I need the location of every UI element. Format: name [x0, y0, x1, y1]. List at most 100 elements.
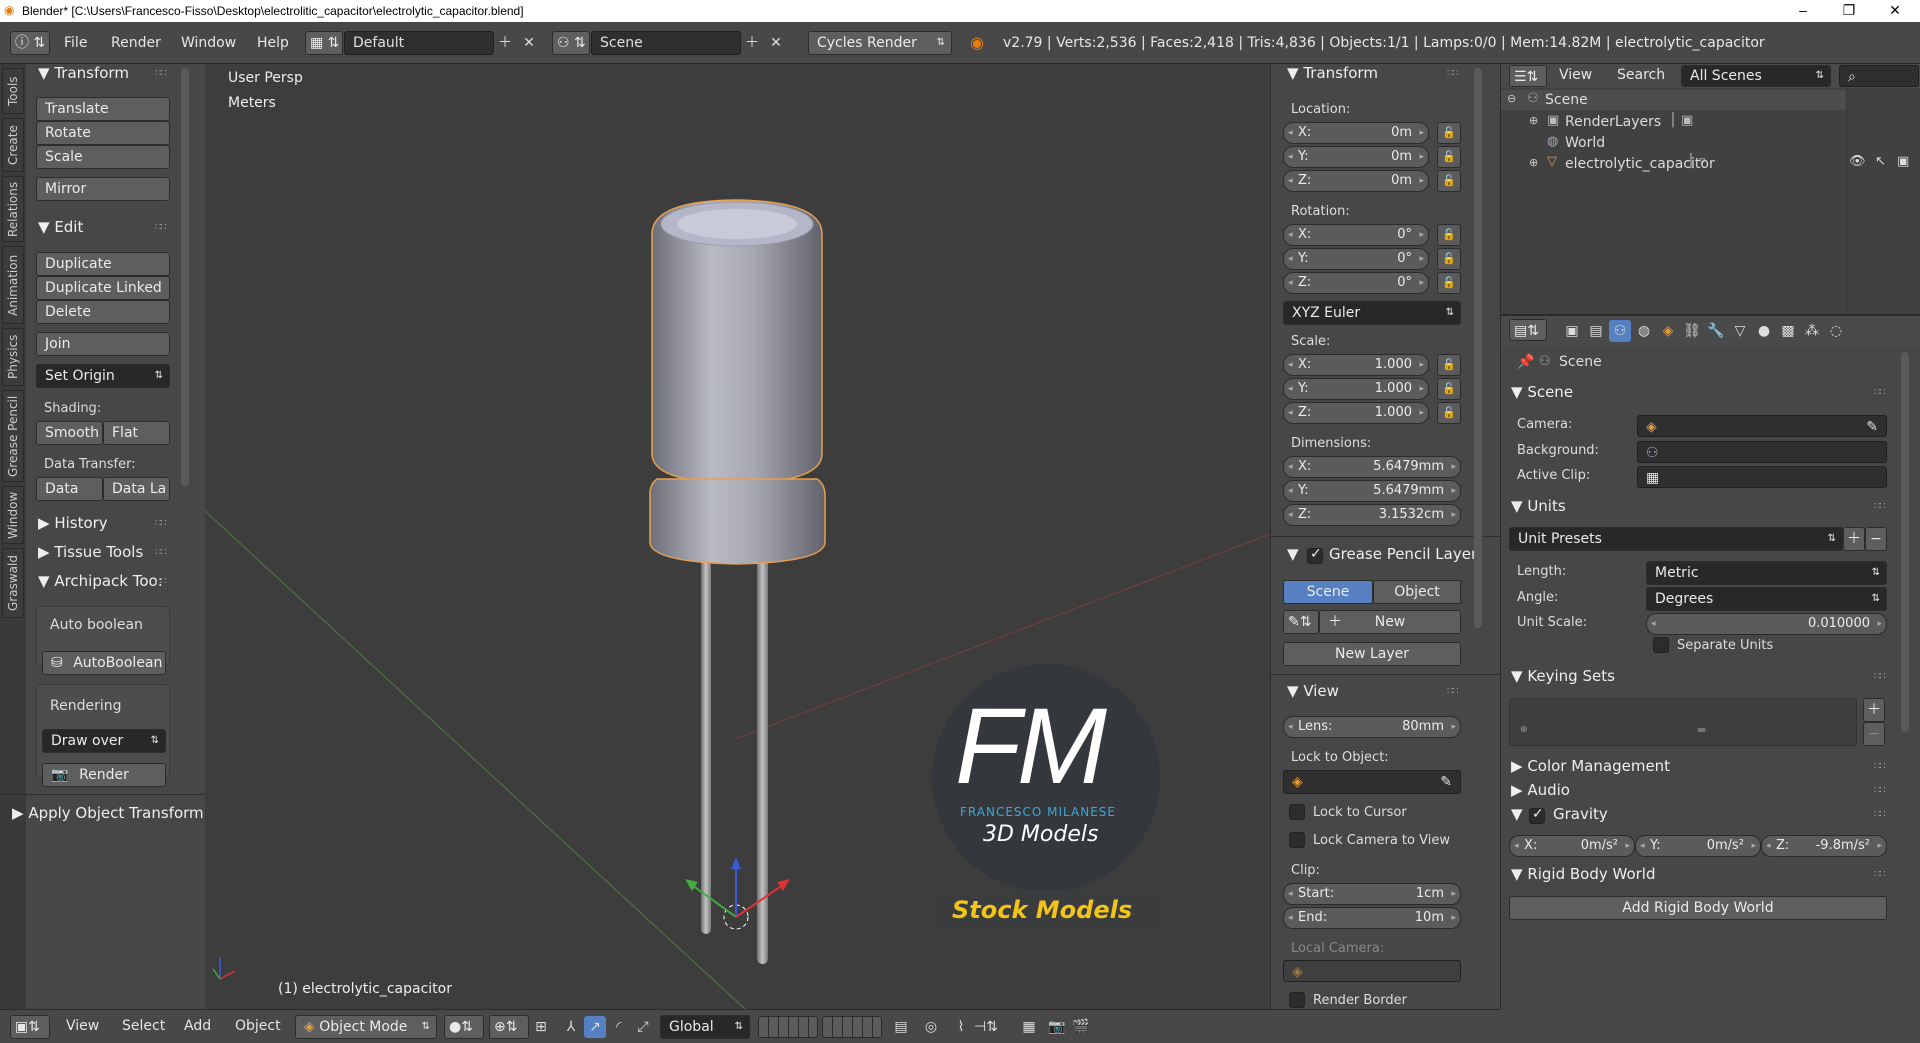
- snap-element-icon[interactable]: ⊣⇅: [974, 1016, 998, 1038]
- audio-panel-header[interactable]: ▶ Audio: [1511, 781, 1570, 799]
- 3d-viewport[interactable]: User Persp Meters (1) electrolytic_capac…: [205, 64, 1270, 1009]
- menu-help[interactable]: Help: [257, 35, 289, 51]
- lock-object-field[interactable]: ◈ ✎: [1283, 770, 1461, 794]
- lock-camera-checkbox[interactable]: [1289, 832, 1305, 848]
- lock-icon[interactable]: 🔓: [1437, 146, 1461, 168]
- panel-grip-icon[interactable]: ∷∷: [1874, 869, 1886, 880]
- lock-icon[interactable]: 🔓: [1437, 170, 1461, 192]
- add-scene-icon[interactable]: ＋: [741, 32, 763, 54]
- gp-new-button[interactable]: ＋ New: [1319, 610, 1461, 634]
- interaction-mode-select[interactable]: ◈ Object Mode ⇅: [295, 1015, 437, 1039]
- panel-grip-icon[interactable]: ∷∷: [1874, 671, 1886, 682]
- gp-scene-tab[interactable]: Scene: [1283, 580, 1373, 604]
- panel-grip-icon[interactable]: ∷∷: [155, 576, 167, 587]
- render-border-checkbox[interactable]: [1289, 992, 1305, 1008]
- outliner-scene-label[interactable]: Scene: [1545, 92, 1588, 108]
- collapse-icon[interactable]: ⊖: [1507, 92, 1516, 105]
- visibility-eye-icon[interactable]: 👁: [1849, 154, 1866, 169]
- data-context-icon[interactable]: ▽: [1729, 320, 1751, 342]
- panel-grip-icon[interactable]: ∷∷: [155, 68, 167, 79]
- dimension-z-field[interactable]: ◂ Z: 3.1532cm ▸: [1283, 504, 1461, 526]
- length-unit-select[interactable]: Metric ⇅: [1646, 561, 1887, 585]
- menu-render[interactable]: Render: [111, 35, 161, 51]
- smooth-button[interactable]: Smooth: [36, 421, 103, 445]
- add-menu[interactable]: Add: [184, 1018, 211, 1034]
- keying-sets-list[interactable]: ⊕ ═: [1509, 698, 1857, 746]
- active-clip-field[interactable]: ▦: [1637, 466, 1887, 488]
- rotation-mode-select[interactable]: XYZ Euler ⇅: [1283, 301, 1461, 325]
- mirror-button[interactable]: Mirror: [36, 177, 170, 201]
- layout-browse-button[interactable]: ▦ ⇅: [305, 31, 343, 55]
- history-panel-header[interactable]: ▶ History: [38, 514, 108, 532]
- gp-new-layer-button[interactable]: New Layer: [1283, 642, 1461, 666]
- scale-manipulator-icon[interactable]: ⤢: [632, 1016, 654, 1038]
- render-animation-icon[interactable]: 🎬: [1070, 1016, 1092, 1038]
- outliner-search-input[interactable]: ⌕: [1839, 65, 1919, 87]
- physics-context-icon[interactable]: ◌: [1825, 320, 1847, 342]
- location-z-field[interactable]: ◂ Z: 0m ▸: [1283, 170, 1429, 192]
- render-context-icon[interactable]: ▣: [1561, 320, 1583, 342]
- properties-scrollbar[interactable]: [1901, 352, 1909, 732]
- gizmo-y-arrowhead[interactable]: [685, 879, 698, 891]
- snap-toggle-icon[interactable]: ⌇: [950, 1016, 972, 1038]
- angle-unit-select[interactable]: Degrees ⇅: [1646, 587, 1887, 611]
- transform-panel-header[interactable]: ▼ Transform: [38, 64, 129, 82]
- location-x-field[interactable]: ◂ X: 0m ▸: [1283, 122, 1429, 144]
- lock-icon[interactable]: 🔓: [1437, 248, 1461, 270]
- gp-object-tab[interactable]: Object: [1373, 580, 1461, 604]
- rotate-manipulator-icon[interactable]: ◜: [608, 1016, 630, 1038]
- particles-context-icon[interactable]: ⁂: [1801, 320, 1823, 342]
- archipack-panel-header[interactable]: ▼ Archipack Too:: [38, 572, 163, 590]
- outliner-editor-type-button[interactable]: ☰⇅: [1509, 65, 1547, 87]
- close-button[interactable]: ✕: [1872, 0, 1918, 22]
- clip-start-field[interactable]: ◂ Start: 1cm ▸: [1283, 883, 1461, 905]
- transform-orientation-select[interactable]: Global ⇅: [660, 1015, 750, 1039]
- texture-context-icon[interactable]: ▩: [1777, 320, 1799, 342]
- tab-grease-pencil[interactable]: Grease Pencil: [2, 390, 24, 482]
- list-filter-icon[interactable]: ⊕: [1520, 725, 1528, 735]
- delete-scene-icon[interactable]: ✕: [765, 32, 787, 54]
- tab-window[interactable]: Window: [2, 486, 24, 544]
- n-panel-scrollbar[interactable]: [1474, 68, 1482, 628]
- material-context-icon[interactable]: ●: [1753, 320, 1775, 342]
- constraints-context-icon[interactable]: ⛓: [1681, 320, 1703, 342]
- color-management-panel-header[interactable]: ▶ Color Management: [1511, 757, 1670, 775]
- outliner-renderlayers-label[interactable]: RenderLayers: [1565, 114, 1661, 130]
- viewport-render-icon[interactable]: ▦: [1018, 1016, 1040, 1038]
- autoboolean-button[interactable]: ⛁ AutoBoolean: [42, 651, 166, 675]
- panel-grip-icon[interactable]: ∷∷: [1874, 785, 1886, 796]
- units-panel-header[interactable]: ▼ Units: [1511, 497, 1566, 515]
- edit-panel-header[interactable]: ▼ Edit: [38, 218, 83, 236]
- rotate-button[interactable]: Rotate: [36, 121, 170, 145]
- rotation-z-field[interactable]: ◂ Z: 0° ▸: [1283, 272, 1429, 294]
- gravity-z-field[interactable]: ◂ Z: -9.8m/s² ▸: [1761, 835, 1887, 857]
- minimize-button[interactable]: –: [1780, 0, 1826, 22]
- rigid-body-world-panel-header[interactable]: ▼ Rigid Body World: [1511, 865, 1656, 883]
- layers-grid-1[interactable]: [758, 1016, 818, 1038]
- editor-type-info-button[interactable]: ⓘ ⇅: [10, 31, 50, 55]
- scale-y-field[interactable]: ◂ Y: 1.000 ▸: [1283, 378, 1429, 400]
- layout-name-field[interactable]: Default: [344, 31, 494, 55]
- duplicate-button[interactable]: Duplicate: [36, 252, 170, 276]
- panel-grip-icon[interactable]: ∷∷: [1874, 809, 1886, 820]
- keying-sets-panel-header[interactable]: ▼ Keying Sets: [1511, 667, 1615, 685]
- translate-button[interactable]: Translate: [36, 97, 170, 121]
- unit-presets-select[interactable]: Unit Presets ⇅: [1509, 527, 1843, 551]
- add-keying-set-button[interactable]: ＋: [1863, 698, 1885, 722]
- set-origin-select[interactable]: Set Origin ⇅: [36, 364, 170, 388]
- gravity-y-field[interactable]: ◂ Y: 0m/s² ▸: [1635, 835, 1761, 857]
- lock-icon[interactable]: 🔓: [1437, 122, 1461, 144]
- limit-selection-icon[interactable]: ⊞: [530, 1016, 552, 1038]
- scale-button[interactable]: Scale: [36, 145, 170, 169]
- pivot-point-select[interactable]: ⊕⇅: [489, 1015, 529, 1039]
- tab-physics[interactable]: Physics: [2, 328, 24, 386]
- tab-create[interactable]: Create: [2, 118, 24, 172]
- remove-keying-set-button[interactable]: −: [1863, 722, 1885, 746]
- eyedropper-icon[interactable]: ✎: [1866, 416, 1878, 438]
- dimension-y-field[interactable]: ◂ Y: 5.6479mm ▸: [1283, 480, 1461, 502]
- tab-animation[interactable]: Animation: [2, 246, 24, 324]
- selectability-cursor-icon[interactable]: ↖: [1875, 154, 1886, 169]
- flat-button[interactable]: Flat: [103, 421, 170, 445]
- panel-grip-icon[interactable]: ∷∷: [1874, 387, 1886, 398]
- lock-icon[interactable]: 🔓: [1437, 354, 1461, 376]
